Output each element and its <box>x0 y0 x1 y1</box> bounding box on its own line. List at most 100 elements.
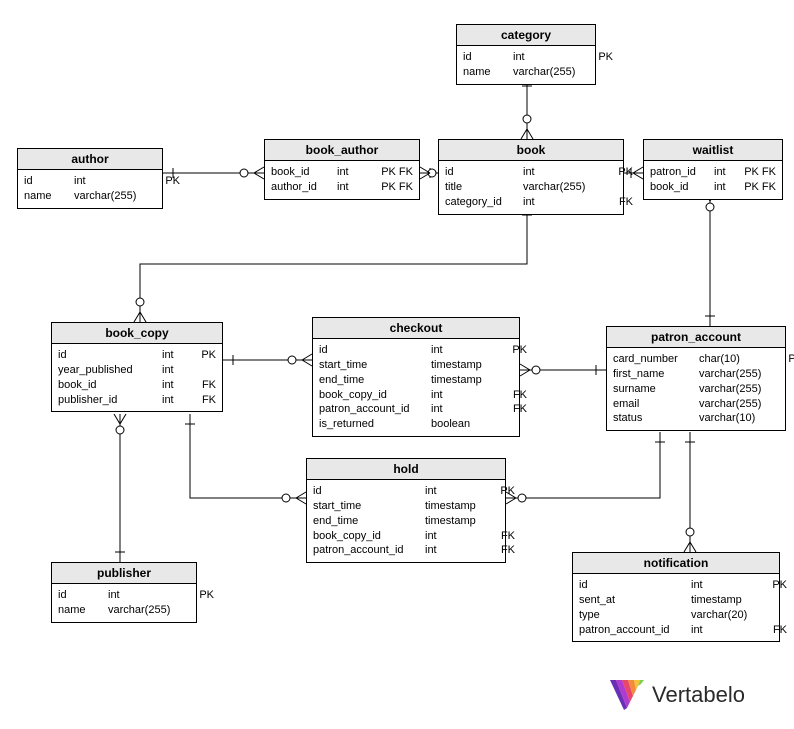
table-row: year_publishedint <box>58 363 216 378</box>
table-row: typevarchar(20) <box>579 608 773 623</box>
entity-title: hold <box>307 459 505 480</box>
column-type: int <box>162 393 172 408</box>
table-row: statusvarchar(10) <box>613 411 779 426</box>
column-name: end_time <box>319 373 421 388</box>
column-type: timestamp <box>691 593 757 608</box>
column-type: int <box>337 165 357 180</box>
column-name: patron_account_id <box>319 402 421 417</box>
entity-patron_account: patron_accountcard_numberchar(10)PKfirst… <box>606 326 786 431</box>
column-type: int <box>523 165 603 180</box>
column-key: PK <box>158 174 180 189</box>
entity-book_author: book_authorbook_idintPK FKauthor_idintPK… <box>264 139 420 200</box>
column-name: name <box>58 603 98 618</box>
column-type: varchar(20) <box>691 608 757 623</box>
column-type: int <box>74 174 150 189</box>
column-name: publisher_id <box>58 393 152 408</box>
table-row: name varchar(255) <box>24 189 156 204</box>
table-row: category_idintFK <box>445 195 617 210</box>
table-row: patron_account_idintFK <box>313 543 499 558</box>
table-row: first_namevarchar(255) <box>613 367 779 382</box>
column-type: int <box>431 388 497 403</box>
column-type: varchar(255) <box>513 65 583 80</box>
column-type: timestamp <box>431 373 497 388</box>
entity-author: authoridintPKnamevarchar(255) <box>17 148 163 209</box>
column-type: int <box>523 195 603 210</box>
entity-body: idintPKstart_timetimestampend_timetimest… <box>307 480 505 562</box>
column-key: PK FK <box>365 180 413 195</box>
column-name: first_name <box>613 367 689 382</box>
column-name: patron_id <box>650 165 704 180</box>
entity-title: book_author <box>265 140 419 161</box>
entity-title: notification <box>573 553 779 574</box>
column-key: PK <box>765 578 787 593</box>
column-name: name <box>463 65 503 80</box>
vertabelo-logo-icon <box>610 680 644 710</box>
column-name: name <box>24 189 64 204</box>
column-name: book_copy_id <box>313 529 415 544</box>
entity-title: patron_account <box>607 327 785 348</box>
table-row: is_returnedboolean <box>319 417 513 432</box>
column-name: id <box>58 588 98 603</box>
entity-body: idintPKname varchar(255) <box>457 46 595 84</box>
column-type: int <box>714 165 734 180</box>
column-type: int <box>425 484 485 499</box>
column-name: year_published <box>58 363 152 378</box>
table-row: titlevarchar(255) <box>445 180 617 195</box>
column-key: FK <box>180 393 216 408</box>
table-row: card_numberchar(10)PK <box>613 352 779 367</box>
column-type: int <box>431 343 497 358</box>
entity-title: category <box>457 25 595 46</box>
table-row: sent_attimestamp <box>579 593 773 608</box>
entity-title: publisher <box>52 563 196 584</box>
vertabelo-logo-text: Vertabelo <box>652 682 745 708</box>
column-type: char(10) <box>699 352 773 367</box>
column-name: book_id <box>58 378 152 393</box>
entity-title: checkout <box>313 318 519 339</box>
column-name: id <box>445 165 513 180</box>
column-type: int <box>337 180 357 195</box>
column-key: PK <box>493 484 515 499</box>
entity-body: card_numberchar(10)PKfirst_namevarchar(2… <box>607 348 785 430</box>
column-type: timestamp <box>431 358 497 373</box>
entity-hold: holdidintPKstart_timetimestampend_timeti… <box>306 458 506 563</box>
table-row: patron_idintPK FK <box>650 165 776 180</box>
column-type: varchar(255) <box>108 603 184 618</box>
entity-body: patron_id int PK FKbook_idintPK FK <box>644 161 782 199</box>
entity-book_copy: book_copyidintPKyear_publishedintbook_id… <box>51 322 223 412</box>
table-row: idintPK <box>463 50 589 65</box>
column-key: PK FK <box>742 180 776 195</box>
entity-waitlist: waitlistpatron_idintPK FKbook_idintPK FK <box>643 139 783 200</box>
column-key: PK FK <box>365 165 413 180</box>
entity-publisher: publisheridintPKnamevarchar(255) <box>51 562 197 623</box>
table-row: book_copy_idintFK <box>313 529 499 544</box>
column-name: email <box>613 397 689 412</box>
table-row: idintPK <box>579 578 773 593</box>
column-type: int <box>425 529 485 544</box>
column-key: PK <box>505 343 527 358</box>
table-row: book_idintFK <box>58 378 216 393</box>
table-row: emailvarchar(255) <box>613 397 779 412</box>
entity-body: idintPKnamevarchar(255) <box>18 170 162 208</box>
column-name: status <box>613 411 689 426</box>
column-key: PK <box>192 588 214 603</box>
column-name: id <box>58 348 152 363</box>
column-name: book_id <box>271 165 327 180</box>
column-type: int <box>162 378 172 393</box>
table-row: publisher_id int FK <box>58 393 216 408</box>
table-row: name varchar(255) <box>58 603 190 618</box>
column-key: PK <box>781 352 794 367</box>
table-row: book_idintPK FK <box>650 180 776 195</box>
column-type: int <box>513 50 583 65</box>
entity-body: idintPKsent_attimestamptypevarchar(20)pa… <box>573 574 779 641</box>
column-type: int <box>691 623 757 638</box>
entity-notification: notificationidintPKsent_attimestamptypev… <box>572 552 780 642</box>
column-name: patron_account_id <box>579 623 681 638</box>
column-type: timestamp <box>425 499 485 514</box>
column-type: int <box>108 588 184 603</box>
column-type: varchar(255) <box>699 382 773 397</box>
column-name: is_returned <box>319 417 421 432</box>
column-key: PK <box>180 348 216 363</box>
column-type: varchar(255) <box>74 189 150 204</box>
table-row: idintPK <box>319 343 513 358</box>
column-name: start_time <box>319 358 421 373</box>
